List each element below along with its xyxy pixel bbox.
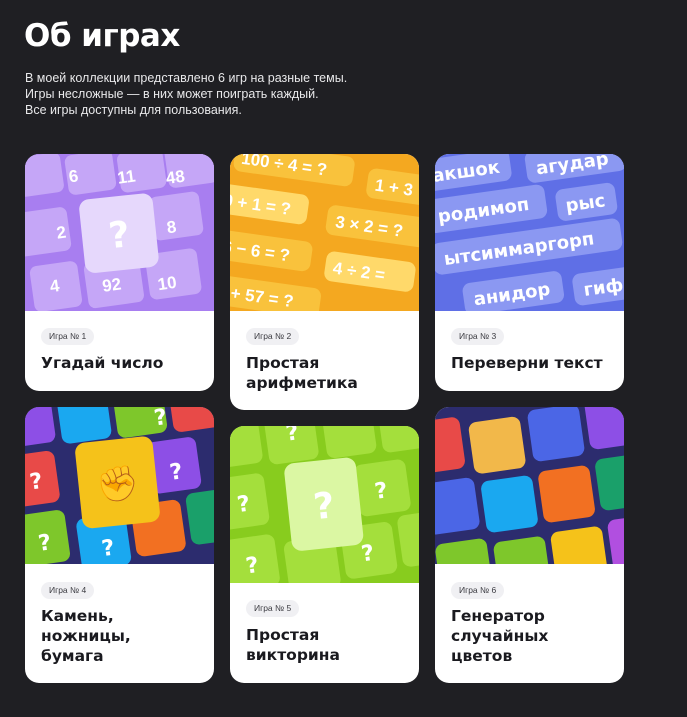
intro-line: Игры несложные — в них может поиграть ка… (25, 87, 319, 101)
game-title: Переверни текст (451, 354, 603, 372)
game-card-random-color-generator[interactable]: Игра № 6 Генератор случайных цветов (435, 407, 624, 683)
color-swatch (468, 416, 526, 474)
game-card-reverse-text[interactable]: акшок агудар родимоп рыс ытсиммаргорп ан… (435, 154, 624, 391)
game-card-guess-number[interactable]: 6 11 48 2 8 4 92 10 ? Игра № 1 Угадай чи… (25, 154, 214, 391)
game-thumbnail: ? ? ? ? ? ✊ (25, 407, 214, 564)
game-number-badge: Игра № 5 (246, 600, 300, 617)
color-swatch (527, 407, 585, 462)
number-tile: 92 (101, 274, 122, 295)
game-title: Угадай число (41, 354, 164, 372)
game-thumbnail: 6 11 48 2 8 4 92 10 ? (25, 154, 214, 311)
game-number-badge: Игра № 6 (451, 582, 505, 599)
game-title: Простая арифметика (246, 354, 358, 392)
intro-line: В моей коллекции представлено 6 игр на р… (25, 71, 348, 85)
game-thumbnail (435, 407, 624, 564)
color-swatch (435, 477, 480, 535)
page-title: Об играх (24, 18, 180, 54)
game-card-simple-arithmetic[interactable]: 100 ÷ 4 = ? 1 + 3 9 + 1 = ? 3 × 2 = ? 36… (230, 154, 419, 410)
game-thumbnail: акшок агудар родимоп рыс ытсиммаргорп ан… (435, 154, 624, 311)
game-title: Генератор случайных цветов (451, 607, 549, 665)
game-card-simple-quiz[interactable]: ? ? ? ? ? ? Игра № 5 Простая викторина (230, 426, 419, 683)
game-number-badge: Игра № 3 (451, 328, 505, 345)
game-thumbnail: ? ? ? ? ? ? (230, 426, 419, 583)
raised-fist-icon: ✊ (95, 462, 141, 506)
game-title: Простая викторина (246, 626, 340, 664)
color-swatch (538, 465, 595, 523)
game-number-badge: Игра № 2 (246, 328, 300, 345)
question-mark-icon: ? (284, 426, 300, 447)
intro-text: В моей коллекции представлено 6 игр на р… (25, 70, 347, 118)
intro-line: Все игры доступны для пользования. (25, 103, 242, 117)
game-card-rock-paper-scissors[interactable]: ? ? ? ? ? ✊ Игра № 4 Камень, ножницы, бу… (25, 407, 214, 683)
game-thumbnail: 100 ÷ 4 = ? 1 + 3 9 + 1 = ? 3 × 2 = ? 36… (230, 154, 419, 311)
number-tile: 48 (165, 167, 186, 188)
game-title: Камень, ножницы, бумага (41, 607, 131, 665)
question-mark-icon: ? (312, 485, 337, 528)
game-number-badge: Игра № 4 (41, 582, 95, 599)
number-tile: 11 (116, 166, 136, 187)
color-swatch (481, 475, 538, 533)
game-number-badge: Игра № 1 (41, 328, 95, 345)
number-tile: 10 (156, 273, 177, 294)
question-mark-icon: ? (107, 214, 132, 257)
